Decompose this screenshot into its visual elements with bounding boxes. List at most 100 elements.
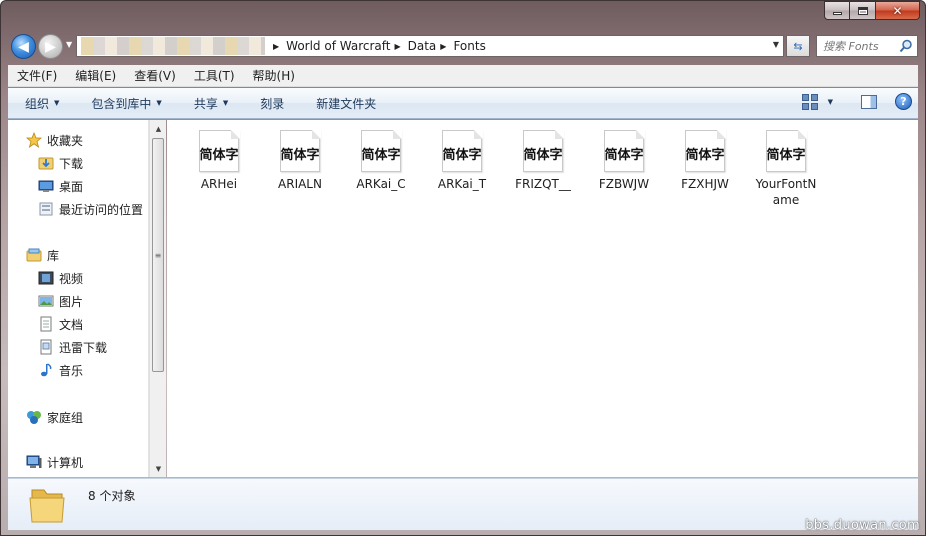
- search-icon[interactable]: [899, 39, 913, 53]
- chevron-down-icon: ▼: [54, 99, 60, 107]
- font-file-icon: 简体字: [681, 130, 729, 172]
- file-name: FZBWJW: [598, 177, 650, 191]
- file-name: FRIZQT__: [515, 177, 571, 191]
- history-dropdown-icon[interactable]: ▼: [66, 40, 72, 49]
- sidebar-item-label: 收藏夹: [47, 133, 84, 148]
- organize-button[interactable]: 组织 ▼: [8, 95, 74, 112]
- folder-icon: [29, 489, 65, 523]
- view-controls: ▼ ?: [801, 93, 912, 110]
- change-view-icon[interactable]: [801, 93, 818, 110]
- include-library-label: 包含到库中: [91, 96, 152, 111]
- search-input[interactable]: [823, 39, 903, 53]
- menu-view[interactable]: 查看(V): [125, 67, 185, 84]
- file-name: ARHei: [200, 177, 238, 191]
- include-library-button[interactable]: 包含到库中 ▼: [74, 95, 176, 112]
- menu-file[interactable]: 文件(F): [8, 67, 66, 84]
- file-item[interactable]: 简体字 FZBWJW: [584, 130, 664, 192]
- share-button[interactable]: 共享 ▼: [177, 95, 243, 112]
- maximize-button[interactable]: [850, 1, 876, 20]
- sidebar-item-label: 家庭组: [47, 410, 84, 425]
- sidebar-item-label: 桌面: [59, 179, 84, 194]
- back-arrow-icon: ◀: [18, 38, 29, 55]
- file-name: ARIALN: [278, 177, 322, 191]
- organize-label: 组织: [25, 96, 50, 111]
- breadcrumb-world-of-warcraft[interactable]: World of Warcraft: [286, 39, 390, 53]
- sidebar-item-label: 库: [47, 248, 60, 263]
- chevron-down-icon: ▼: [222, 99, 229, 107]
- minimize-button[interactable]: [824, 1, 850, 20]
- view-options-chevron-icon[interactable]: ▼: [828, 98, 833, 106]
- scroll-up-icon[interactable]: ▲: [150, 120, 167, 137]
- sidebar-item-desktop[interactable]: 桌面: [38, 176, 83, 196]
- thunder-downloads-icon: [38, 339, 54, 355]
- watermark: bbs.duowan.com: [805, 518, 920, 533]
- sidebar-item-label: 文档: [59, 317, 84, 332]
- font-file-icon: 简体字: [762, 130, 810, 172]
- sidebar-item-documents[interactable]: 文档: [38, 314, 83, 334]
- sidebar-item-label: 下载: [59, 156, 84, 171]
- computer-icon: [26, 454, 42, 470]
- star-icon: [26, 132, 42, 148]
- close-button[interactable]: ✕: [876, 1, 920, 20]
- downloads-folder-icon: [38, 155, 54, 171]
- details-pane: 8 个对象: [8, 478, 918, 530]
- font-file-icon: 简体字: [276, 130, 324, 172]
- burn-button[interactable]: 刻录: [243, 95, 299, 112]
- navigation-pane-scrollbar[interactable]: ▲ ≡ ▼: [149, 120, 166, 477]
- preview-pane-icon[interactable]: [861, 94, 877, 109]
- scrollbar-thumb[interactable]: ≡: [152, 138, 164, 372]
- address-dropdown-icon[interactable]: ▼: [773, 40, 779, 49]
- close-icon: ✕: [892, 3, 903, 18]
- chevron-down-icon: ▼: [156, 99, 162, 107]
- file-name: FZXHJW: [681, 177, 729, 191]
- breadcrumb-separator-icon[interactable]: ▶: [273, 42, 279, 51]
- sidebar-item-thunder-downloads[interactable]: 迅雷下载: [38, 337, 107, 357]
- sidebar-item-music[interactable]: 音乐: [38, 360, 83, 380]
- sidebar-item-favorites[interactable]: 收藏夹: [26, 130, 83, 150]
- sidebar-item-recent-places[interactable]: 最近访问的位置: [38, 199, 143, 219]
- file-list: 简体字 ARHei 简体字 ARIALN 简体字 ARKai_C 简体字 ARK…: [167, 120, 918, 477]
- breadcrumb-fonts[interactable]: Fonts: [453, 39, 485, 53]
- music-note-icon: [38, 362, 54, 378]
- sidebar-item-label: 音乐: [59, 363, 84, 378]
- file-item[interactable]: 简体字 ARKai_C: [341, 130, 421, 192]
- back-button[interactable]: ◀: [11, 34, 36, 59]
- breadcrumb-data[interactable]: Data: [408, 39, 437, 53]
- menu-edit[interactable]: 编辑(E): [66, 67, 125, 84]
- file-item[interactable]: 简体字 YourFontName: [746, 130, 826, 208]
- breadcrumb-separator-icon[interactable]: ▶: [440, 42, 446, 51]
- new-folder-label: 新建文件夹: [316, 96, 377, 111]
- file-item[interactable]: 简体字 FRIZQT__: [503, 130, 583, 192]
- forward-button[interactable]: ▶: [38, 34, 63, 59]
- sidebar-item-libraries[interactable]: 库: [26, 245, 59, 265]
- search-box[interactable]: [816, 35, 918, 57]
- sidebar-item-pictures[interactable]: 图片: [38, 291, 83, 311]
- sidebar-item-downloads[interactable]: 下载: [38, 153, 83, 173]
- file-item[interactable]: 简体字 ARIALN: [260, 130, 340, 192]
- sidebar-item-videos[interactable]: 视频: [38, 268, 83, 288]
- breadcrumb: ▶ World of Warcraft ▶ Data ▶ Fonts: [269, 38, 486, 54]
- font-file-icon: 简体字: [438, 130, 486, 172]
- recent-places-icon: [38, 201, 54, 217]
- font-file-icon: 简体字: [600, 130, 648, 172]
- address-bar[interactable]: ▶ World of Warcraft ▶ Data ▶ Fonts ▼: [76, 35, 784, 57]
- sidebar-item-label: 图片: [59, 294, 84, 309]
- breadcrumb-separator-icon[interactable]: ▶: [394, 42, 400, 51]
- file-name: YourFontName: [755, 177, 817, 207]
- font-file-icon: 简体字: [357, 130, 405, 172]
- file-item[interactable]: 简体字 ARHei: [179, 130, 259, 192]
- menu-help[interactable]: 帮助(H): [244, 67, 304, 84]
- help-icon[interactable]: ?: [895, 93, 912, 110]
- new-folder-button[interactable]: 新建文件夹: [299, 95, 391, 112]
- scroll-down-icon[interactable]: ▼: [150, 460, 167, 477]
- sidebar-item-label: 视频: [59, 271, 84, 286]
- file-item[interactable]: 简体字 FZXHJW: [665, 130, 745, 192]
- homegroup-icon: [26, 409, 42, 425]
- sidebar-item-homegroup[interactable]: 家庭组: [26, 407, 83, 427]
- menu-tools[interactable]: 工具(T): [185, 67, 244, 84]
- documents-icon: [38, 316, 54, 332]
- file-item[interactable]: 简体字 ARKai_T: [422, 130, 502, 192]
- refresh-button[interactable]: ⇆: [786, 35, 810, 57]
- sidebar-item-computer[interactable]: 计算机: [26, 452, 83, 472]
- font-file-icon: 简体字: [195, 130, 243, 172]
